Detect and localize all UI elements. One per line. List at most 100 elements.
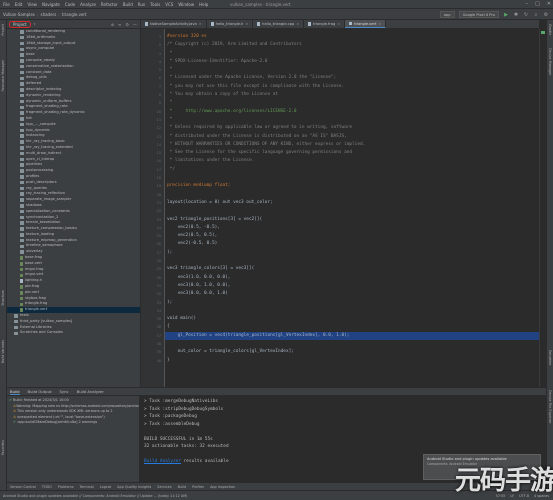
line-number[interactable]: 13 (141, 133, 164, 141)
code-line[interactable] (165, 307, 539, 315)
tool-tab-device-file-explorer[interactable]: Device File Explorer (548, 390, 552, 424)
editor-tab[interactable]: triangle.frag × (304, 20, 346, 28)
settings-icon[interactable]: ⚙ (543, 12, 549, 18)
search-icon[interactable]: ⌕ (533, 12, 539, 18)
code-line[interactable]: * (165, 66, 539, 74)
locate-icon[interactable]: ⊕ (111, 22, 114, 27)
code-line[interactable]: void main() (165, 315, 539, 323)
chevron-down-icon[interactable]: ▾ (34, 22, 36, 26)
bottom-tool-tab[interactable]: Profiler (192, 485, 204, 489)
menu-item-refactor[interactable]: Refactor (101, 2, 118, 7)
menu-item-navigate[interactable]: Navigate (42, 2, 60, 7)
status-message[interactable]: Android Studio and plugin updates availa… (3, 494, 187, 498)
close-tab-icon[interactable]: × (296, 22, 299, 26)
code-line[interactable]: #version 320 es (165, 33, 539, 41)
code-line[interactable]: * distributed under the License is distr… (165, 133, 539, 141)
code-line[interactable]: /* Copyright (c) 2019, Arm Limited and C… (165, 41, 539, 49)
minimize-window-icon[interactable]: – (526, 1, 529, 7)
line-number[interactable]: 32 (141, 290, 164, 298)
code-line[interactable]: * (165, 99, 539, 107)
breadcrumb-root[interactable]: Vulkan-Samples (3, 12, 35, 17)
line-number[interactable]: 28 (141, 257, 164, 265)
code-line[interactable]: vec3(0.0, 1.0, 0.0), (165, 282, 539, 290)
code-line[interactable] (165, 191, 539, 199)
editor-tab[interactable]: hello_triangle.cpp × (253, 20, 305, 28)
close-tab-icon[interactable]: × (378, 22, 381, 26)
code-line[interactable]: * Licensed under the Apache License, Ver… (165, 74, 539, 82)
code-line[interactable]: } (165, 357, 539, 365)
bottom-tool-tab[interactable]: App Inspection (210, 485, 235, 489)
tab-build-analyzer[interactable]: Build Analyzer (77, 389, 104, 394)
close-tab-icon[interactable]: × (337, 22, 340, 26)
code-line[interactable]: out_color = triangle_colors[gl_VertexInd… (165, 348, 539, 356)
line-number[interactable]: 9 (141, 99, 164, 107)
line-number[interactable]: 8 (141, 91, 164, 99)
line-number[interactable]: 19 (141, 182, 164, 190)
device-select[interactable]: Google Pixel 6 Pro (458, 11, 499, 18)
line-number[interactable]: 29 (141, 265, 164, 273)
code-line[interactable]: * (165, 116, 539, 124)
code-line[interactable]: */ (165, 166, 539, 174)
minimize-icon[interactable]: — (133, 22, 137, 27)
bottom-tool-tab[interactable]: Problems (58, 485, 74, 489)
line-number[interactable]: 14 (141, 141, 164, 149)
code-line[interactable]: vec2(-0.5, 0.5) (165, 240, 539, 248)
build-tree-item[interactable]: ✔:app:buildCMakeDebug[arm64-v8a] 2 warni… (7, 420, 139, 426)
bottom-tool-tab[interactable]: Build (178, 485, 187, 489)
tool-tab-project[interactable]: Project (1, 24, 5, 36)
bottom-tool-tab[interactable]: Terminal (79, 485, 93, 489)
code-line[interactable]: vec3(1.0, 0.0, 0.0), (165, 274, 539, 282)
line-number[interactable]: 7 (141, 83, 164, 91)
menu-item-file[interactable]: File (3, 2, 10, 7)
code-line[interactable]: precision mediump float; (165, 182, 539, 190)
close-tab-icon[interactable]: × (245, 22, 248, 26)
line-number[interactable]: 34 (141, 307, 164, 315)
tree-item[interactable]: Scratches and Consoles (7, 330, 140, 336)
line-number[interactable]: 15 (141, 149, 164, 157)
code-line[interactable]: * SPDX-License-Identifier: Apache-2.0 (165, 58, 539, 66)
line-number[interactable]: 21 (141, 199, 164, 207)
menu-item-help[interactable]: Help (199, 2, 208, 7)
line-number[interactable]: 6 (141, 74, 164, 82)
tool-tab-favorites[interactable]: Favorites (1, 440, 5, 455)
bottom-tool-tab[interactable]: Version Control (10, 485, 36, 489)
line-number[interactable]: 36 (141, 323, 164, 331)
line-number[interactable]: 33 (141, 299, 164, 307)
editor-tab[interactable]: NativeSampleActivity.java × (141, 20, 207, 28)
editor-tab[interactable]: hello_triangle.h × (207, 20, 254, 28)
code-line[interactable]: * http://www.apache.org/licenses/LICENSE… (165, 108, 539, 116)
menu-item-run[interactable]: Run (138, 2, 146, 7)
line-number[interactable]: 4 (141, 58, 164, 66)
line-number[interactable]: 22 (141, 207, 164, 215)
code-line[interactable]: vec2 triangle_positions[3] = vec2[]( (165, 216, 539, 224)
line-number[interactable]: 20 (141, 191, 164, 199)
breadcrumb-folder[interactable]: shaders (40, 12, 56, 17)
code-line[interactable]: * Unless required by applicable law or a… (165, 124, 539, 132)
code-line[interactable]: gl_Position = vec4(triangle_positions[gl… (165, 331, 539, 340)
code-line[interactable] (165, 207, 539, 215)
bottom-tool-tab[interactable]: Logcat (100, 485, 111, 489)
tool-tab-resource-manager[interactable]: Resource Manager (1, 60, 5, 92)
tool-tab-build-variants[interactable]: Build Variants (1, 340, 5, 363)
bottom-tool-tab[interactable]: TODO (42, 485, 52, 489)
tool-tab-gradle[interactable]: Gradle (548, 24, 552, 35)
line-number[interactable]: 31 (141, 282, 164, 290)
code-line[interactable] (165, 340, 539, 348)
gear-icon[interactable]: ⚙ (125, 22, 129, 27)
code-line[interactable] (165, 257, 539, 265)
code-line[interactable]: * limitations under the License. (165, 157, 539, 165)
code-line[interactable]: * WITHOUT WARRANTIES OR CONDITIONS OF AN… (165, 141, 539, 149)
line-number[interactable]: 40 (141, 357, 164, 365)
code-line[interactable]: * you may not use this file except in co… (165, 83, 539, 91)
breadcrumb-file[interactable]: triangle.vert (62, 12, 87, 17)
tab-build-output[interactable]: Build Output (28, 389, 52, 394)
code-line[interactable]: vec2(0.5, 0.5), (165, 232, 539, 240)
code-line[interactable]: vec2(0.5, -0.5), (165, 224, 539, 232)
line-number[interactable]: 26 (141, 240, 164, 248)
code-line[interactable]: * You may obtain a copy of the License a… (165, 91, 539, 99)
menu-item-code[interactable]: Code (65, 2, 75, 7)
code-line[interactable]: ); (165, 299, 539, 307)
code-line[interactable]: ); (165, 249, 539, 257)
menu-item-tools[interactable]: Tools (150, 2, 160, 7)
tab-build[interactable]: Build (10, 389, 20, 395)
